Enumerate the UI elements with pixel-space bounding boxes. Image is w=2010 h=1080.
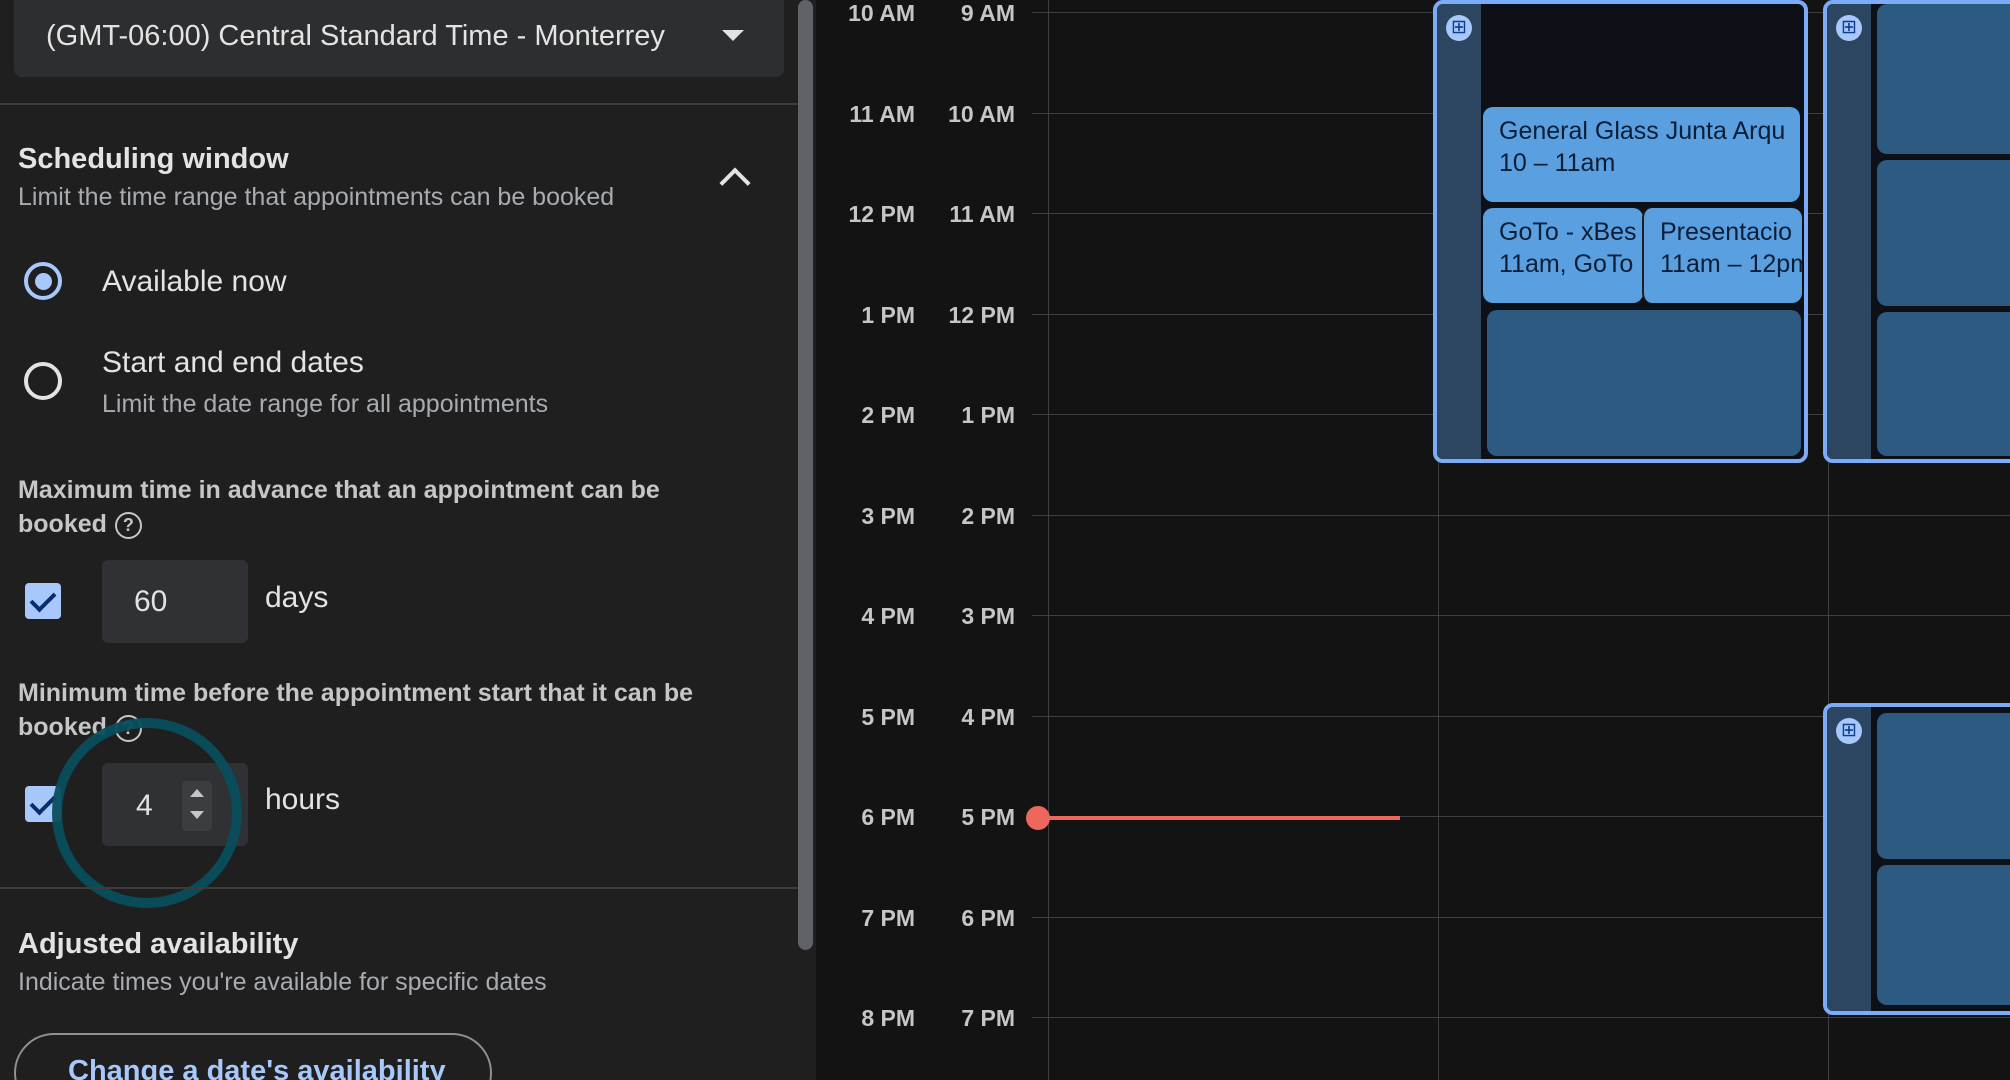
open-slot[interactable] <box>1877 4 2010 154</box>
max-advance-text: Maximum time in advance that an appointm… <box>18 476 660 538</box>
time-label: 2 PM <box>861 402 915 428</box>
availability-strip <box>1437 4 1481 459</box>
timezone-select[interactable]: (GMT-06:00) Central Standard Time - Mont… <box>14 0 784 77</box>
calendar-event[interactable]: GoTo - xBes 11am, GoTo <box>1483 208 1643 303</box>
time-label-secondary: 9 AM <box>960 0 1015 26</box>
open-slot[interactable] <box>1877 160 2010 306</box>
event-time: 11am – 12pm <box>1660 250 1802 278</box>
max-advance-label: Maximum time in advance that an appointm… <box>18 473 718 541</box>
event-time: 10 – 11am <box>1499 149 1616 177</box>
time-label: 5 PM <box>861 703 915 730</box>
calendar-event[interactable]: General Glass Junta Arqu 10 – 11am <box>1483 107 1800 202</box>
time-label-secondary: 10 AM <box>948 100 1015 127</box>
booking-page-icon <box>1836 718 1862 744</box>
scheduling-window-subtitle: Limit the time range that appointments c… <box>18 183 615 211</box>
available-now-label: Available now <box>102 265 287 298</box>
event-title: General Glass Junta Arqu <box>1499 117 1786 145</box>
booking-page-icon <box>1836 15 1862 41</box>
availability-strip <box>1827 707 1871 1011</box>
hour-gridline <box>1032 514 2010 516</box>
max-advance-checkbox[interactable] <box>25 583 61 619</box>
calendar-event[interactable]: Presentacio 11am – 12pm <box>1642 208 1802 303</box>
hour-gridline <box>1032 615 2010 616</box>
time-label-secondary: 12 PM <box>948 301 1015 328</box>
time-label-secondary: 1 PM <box>961 402 1015 428</box>
event-time: 11am, GoTo <box>1499 250 1634 278</box>
time-label: 12 PM <box>848 201 915 227</box>
open-slot[interactable] <box>1877 865 2010 1005</box>
focus-ring <box>52 718 242 908</box>
time-label: 6 PM <box>861 804 915 830</box>
availability-strip <box>1827 4 1871 459</box>
change-date-availability-label: Change a date's availability <box>68 1055 446 1080</box>
adjusted-availability-subtitle: Indicate times you're available for spec… <box>18 968 547 996</box>
panel-scrollbar[interactable] <box>798 0 813 950</box>
adjusted-availability-title: Adjusted availability <box>18 928 299 960</box>
min-before-unit: hours <box>265 783 341 816</box>
hour-gridline <box>1032 1017 2010 1018</box>
current-time-line <box>1038 816 1400 820</box>
time-label: 4 PM <box>861 603 915 629</box>
open-slot[interactable] <box>1487 310 1801 456</box>
available-now-radio[interactable] <box>24 262 62 300</box>
current-time-dot <box>1026 806 1050 830</box>
time-label-secondary: 7 PM <box>961 1005 1015 1031</box>
time-label: 8 PM <box>861 1005 915 1031</box>
time-label: 10 AM <box>848 0 915 26</box>
event-title: Presentacio <box>1660 218 1793 246</box>
time-label: 1 PM <box>861 301 915 328</box>
open-slot[interactable] <box>1877 312 2010 456</box>
time-label-secondary: 5 PM <box>961 804 1015 830</box>
open-slot[interactable] <box>1877 713 2010 859</box>
event-title: GoTo - xBes <box>1499 218 1637 246</box>
start-end-dates-description: Limit the date range for all appointment… <box>102 390 549 418</box>
timezone-label: (GMT-06:00) Central Standard Time - Mont… <box>46 20 665 52</box>
divider <box>0 887 798 889</box>
dropdown-arrow-icon <box>722 30 744 41</box>
availability-block[interactable] <box>1823 703 2010 1015</box>
help-icon[interactable]: ? <box>114 511 142 539</box>
max-advance-days-input[interactable]: 60 <box>102 560 248 643</box>
day-divider <box>1048 0 1049 1080</box>
time-label-secondary: 4 PM <box>961 703 1015 730</box>
scheduling-window-title: Scheduling window <box>18 143 289 175</box>
time-label-secondary: 2 PM <box>961 502 1015 529</box>
time-label-secondary: 6 PM <box>961 904 1015 931</box>
calendar-week-view: 10 AM 9 AM 11 AM 10 AM 12 PM 11 AM 1 PM 12 PM 2 … <box>830 0 2010 1080</box>
time-label: 7 PM <box>861 904 915 931</box>
max-advance-unit: days <box>265 581 329 614</box>
divider <box>0 103 798 105</box>
time-label: 3 PM <box>861 502 915 529</box>
change-date-availability-button[interactable]: Change a date's availability <box>14 1033 492 1080</box>
availability-block[interactable] <box>1823 0 2010 463</box>
time-label-secondary: 3 PM <box>961 603 1015 629</box>
time-label: 11 AM <box>849 100 915 127</box>
start-end-dates-label: Start and end dates <box>102 346 364 379</box>
collapse-chevron-icon[interactable] <box>719 167 751 199</box>
booking-settings-panel: (GMT-06:00) Central Standard Time - Mont… <box>0 0 816 1080</box>
booking-page-icon <box>1446 15 1472 41</box>
time-label-secondary: 11 AM <box>949 201 1015 227</box>
start-end-dates-radio[interactable] <box>24 362 62 400</box>
max-advance-value: 60 <box>134 585 168 618</box>
